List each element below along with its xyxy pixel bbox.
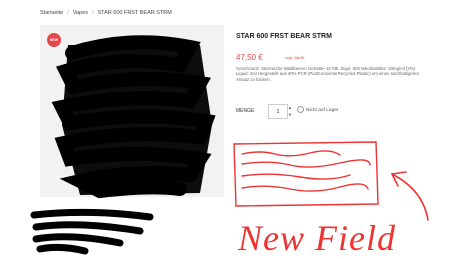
- new-badge: NEW: [47, 33, 61, 47]
- product-image-gallery[interactable]: NEW: [40, 25, 224, 197]
- breadcrumb-separator: /: [67, 10, 69, 16]
- new-field-annotation: New Field: [238, 218, 396, 258]
- chevron-down-icon[interactable]: ▼: [287, 111, 293, 118]
- breadcrumb-home-link[interactable]: Startseite: [40, 10, 63, 16]
- product-title: STAR 600 FRST BEAR STRM: [236, 33, 332, 40]
- breadcrumb-separator: /: [91, 10, 94, 16]
- tax-note-link[interactable]: zzgl. MwSt.: [285, 55, 305, 60]
- caption-redaction-scribble: [30, 208, 154, 255]
- stock-status: Nicht auf Lager: [297, 106, 339, 113]
- breadcrumb-category-link[interactable]: Vapes: [73, 10, 88, 16]
- quantity-input[interactable]: 1: [268, 104, 288, 119]
- stock-status-label: Nicht auf Lager: [306, 107, 339, 113]
- chevron-up-icon[interactable]: ▲: [287, 104, 293, 111]
- arrow-annotation: [391, 171, 429, 221]
- product-description: Geschmack: Stürmische Waldbeeren Getränk…: [236, 66, 419, 82]
- quantity-label: MENGE: [236, 108, 255, 114]
- new-field-sketch: [233, 141, 379, 207]
- breadcrumb-current: STAR 600 FRST BEAR STRM: [97, 10, 172, 16]
- breadcrumb: Startseite / Vapes / STAR 600 FRST BEAR STRM: [40, 10, 172, 16]
- product-price: 47,50 €: [236, 53, 263, 62]
- stock-status-icon: [297, 106, 304, 113]
- quantity-stepper[interactable]: ▲ ▼: [287, 104, 293, 118]
